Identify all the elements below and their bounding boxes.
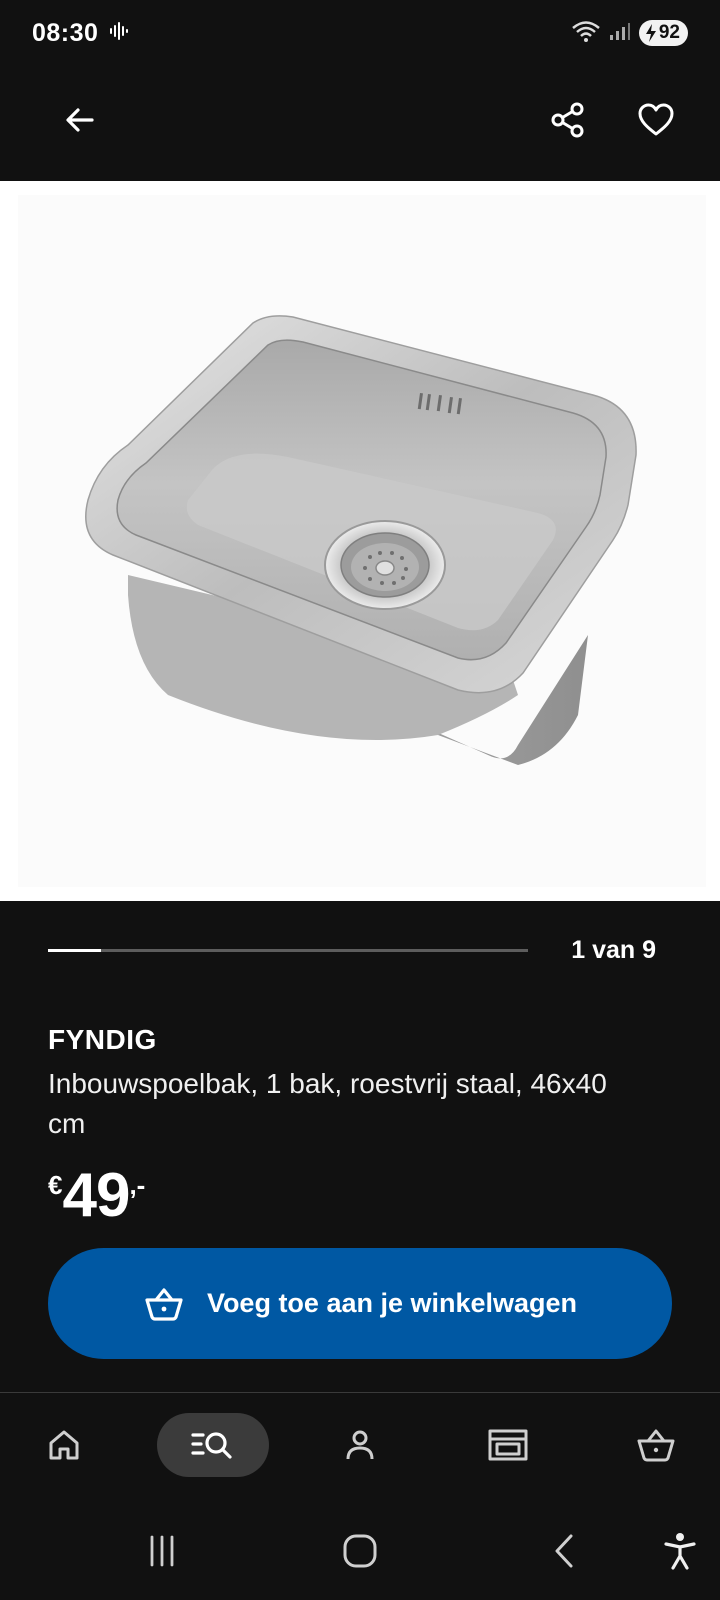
back-button[interactable] xyxy=(52,92,108,148)
system-back-button[interactable] xyxy=(540,1527,588,1575)
charging-icon xyxy=(645,24,656,42)
product-price: € 49 ,- xyxy=(48,1164,145,1228)
share-icon xyxy=(551,102,584,138)
carousel-counter: 1 van 9 xyxy=(571,936,656,964)
product-name: FYNDIG xyxy=(48,1024,157,1055)
product-image[interactable] xyxy=(0,181,720,901)
status-left: 08:30 xyxy=(32,19,130,48)
carousel-progress-track xyxy=(48,949,528,952)
app-bar xyxy=(0,66,720,181)
nav-search[interactable] xyxy=(157,1413,269,1477)
add-to-cart-button[interactable]: Voeg toe aan je winkelwagen xyxy=(48,1248,672,1359)
status-time: 08:30 xyxy=(32,18,99,47)
arrow-left-icon xyxy=(66,108,94,132)
person-icon xyxy=(346,1430,374,1460)
accessibility-button[interactable] xyxy=(656,1527,704,1575)
heart-icon xyxy=(638,103,674,136)
nav-cart[interactable] xyxy=(628,1413,684,1477)
price-amount: 49 xyxy=(62,1161,130,1230)
battery-level: 92 xyxy=(658,22,680,43)
voice-recording-icon xyxy=(108,20,130,47)
status-right: 92 xyxy=(571,19,688,48)
carousel-progress-fill xyxy=(48,949,101,952)
sink-illustration xyxy=(85,315,637,765)
nav-stores[interactable] xyxy=(480,1413,536,1477)
add-to-cart-label: Voeg toe aan je winkelwagen xyxy=(206,1288,578,1318)
system-navigation-bar xyxy=(0,1501,720,1600)
system-back-icon xyxy=(555,1534,573,1568)
product-image-frame xyxy=(18,195,706,887)
price-currency: € xyxy=(48,1170,63,1200)
favorite-button[interactable] xyxy=(628,92,684,148)
product-description: Inbouwspoelbak, 1 bak, roestvrij staal, … xyxy=(48,1068,607,1139)
system-home-icon xyxy=(343,1534,377,1568)
shopping-basket-icon xyxy=(637,1429,675,1462)
shopping-basket-icon xyxy=(145,1287,183,1321)
accessibility-icon xyxy=(664,1533,696,1570)
home-icon xyxy=(49,1430,79,1460)
battery-indicator: 92 xyxy=(638,20,688,46)
nav-home[interactable] xyxy=(36,1413,92,1477)
price-decimals: ,- xyxy=(129,1170,146,1200)
nav-profile[interactable] xyxy=(332,1413,388,1477)
system-home-button[interactable] xyxy=(336,1527,384,1575)
bottom-navigation xyxy=(0,1393,720,1501)
signal-icon xyxy=(609,21,631,46)
store-icon xyxy=(488,1429,528,1461)
wifi-icon xyxy=(571,19,601,48)
share-button[interactable] xyxy=(540,92,596,148)
image-carousel-indicator: 1 van 9 xyxy=(48,930,672,970)
recents-icon xyxy=(150,1535,174,1567)
recents-button[interactable] xyxy=(138,1527,186,1575)
status-bar: 08:30 92 xyxy=(0,0,720,66)
search-list-icon xyxy=(191,1432,232,1459)
